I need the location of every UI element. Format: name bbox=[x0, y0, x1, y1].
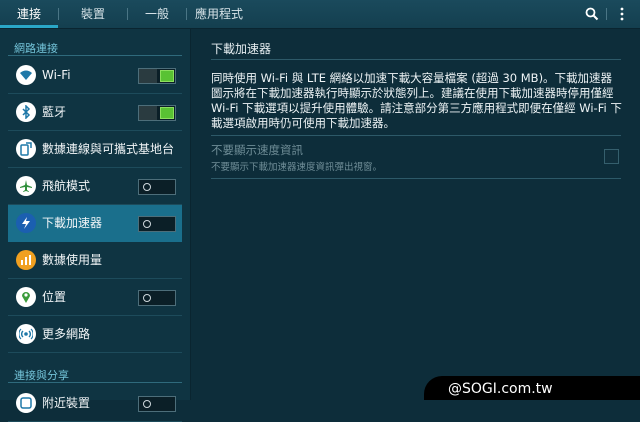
more-networks-icon bbox=[16, 324, 36, 344]
section-divider bbox=[8, 55, 182, 56]
sidebar-item-label: 更多網路 bbox=[42, 327, 91, 341]
toggle-knob bbox=[140, 292, 154, 304]
hide-speed-info-checkbox[interactable] bbox=[604, 149, 619, 164]
option-subtitle: 不要顯示下載加速器速度資訊彈出視窗。 bbox=[211, 162, 383, 173]
download-booster-icon bbox=[16, 213, 36, 233]
data-usage-icon bbox=[16, 250, 36, 270]
bluetooth-icon bbox=[16, 102, 36, 122]
nearby-devices-toggle[interactable] bbox=[138, 396, 176, 412]
wifi-toggle[interactable] bbox=[138, 68, 176, 84]
airplane-mode-toggle[interactable] bbox=[138, 179, 176, 195]
title-divider bbox=[211, 59, 621, 60]
sidebar-item-label: 下載加速器 bbox=[42, 216, 103, 230]
sidebar-item-tethering[interactable]: 數據連線與可攜式基地台 bbox=[8, 131, 182, 168]
page-title: 下載加速器 bbox=[211, 42, 272, 56]
sidebar-item-label: 數據使用量 bbox=[42, 253, 103, 267]
section-header-connect-share: 連接與分享 bbox=[14, 369, 69, 382]
toggle-knob bbox=[140, 181, 154, 193]
download-booster-toggle[interactable] bbox=[138, 216, 176, 232]
tethering-icon bbox=[16, 139, 36, 159]
section-divider bbox=[8, 382, 182, 383]
tab-divider bbox=[606, 8, 607, 20]
sidebar-item-more-networks[interactable]: 更多網路 bbox=[8, 316, 182, 353]
sidebar-item-label: 位置 bbox=[42, 290, 67, 304]
sidebar-item-data-usage[interactable]: 數據使用量 bbox=[8, 242, 182, 279]
airplane-icon bbox=[16, 176, 36, 196]
sidebar-item-label: 飛航模式 bbox=[42, 179, 91, 193]
sidebar-item-nearby-devices[interactable]: 附近裝置 bbox=[8, 385, 182, 422]
sidebar-item-airplane-mode[interactable]: 飛航模式 bbox=[8, 168, 182, 205]
watermark: @SOGI.com.tw bbox=[424, 376, 640, 400]
option-title: 不要顯示速度資訊 bbox=[211, 143, 303, 157]
section-header-network: 網路連接 bbox=[14, 42, 58, 55]
toggle-knob bbox=[160, 70, 174, 82]
option-divider bbox=[211, 178, 621, 179]
tab-applications[interactable]: 應用程式 bbox=[187, 0, 251, 28]
sidebar-item-label: 藍牙 bbox=[42, 105, 67, 119]
sidebar-item-wifi[interactable]: Wi-Fi bbox=[8, 57, 182, 94]
top-tab-bar: 連接 裝置 一般 應用程式 bbox=[0, 0, 640, 29]
tab-general[interactable]: 一般 bbox=[128, 0, 186, 28]
sidebar-item-label: Wi-Fi bbox=[42, 68, 71, 82]
toggle-knob bbox=[160, 107, 174, 119]
sidebar-item-download-booster[interactable]: 下載加速器 bbox=[8, 205, 182, 242]
sidebar-item-bluetooth[interactable]: 藍牙 bbox=[8, 94, 182, 131]
wifi-icon bbox=[16, 65, 36, 85]
description-divider bbox=[211, 135, 621, 136]
description-text: 同時使用 Wi-Fi 與 LTE 網絡以加速下載大容量檔案 (超過 30 MB)… bbox=[211, 71, 622, 130]
settings-sidebar: 網路連接 Wi-Fi 藍牙 數據連線與可攜式基地台 飛航模式 下載加速器 數據使… bbox=[0, 29, 191, 422]
location-toggle[interactable] bbox=[138, 290, 176, 306]
more-vert-icon[interactable] bbox=[608, 0, 636, 28]
sidebar-item-label: 數據連線與可攜式基地台 bbox=[42, 142, 175, 156]
tab-connections[interactable]: 連接 bbox=[0, 0, 58, 28]
sidebar-item-location[interactable]: 位置 bbox=[8, 279, 182, 316]
tab-device[interactable]: 裝置 bbox=[59, 0, 127, 28]
sidebar-item-label: 附近裝置 bbox=[42, 396, 91, 410]
nearby-devices-icon bbox=[16, 393, 36, 413]
search-icon[interactable] bbox=[578, 0, 606, 28]
location-icon bbox=[16, 287, 36, 307]
main-content: 下載加速器 同時使用 Wi-Fi 與 LTE 網絡以加速下載大容量檔案 (超過 … bbox=[191, 29, 640, 400]
toggle-knob bbox=[140, 218, 154, 230]
bluetooth-toggle[interactable] bbox=[138, 105, 176, 121]
